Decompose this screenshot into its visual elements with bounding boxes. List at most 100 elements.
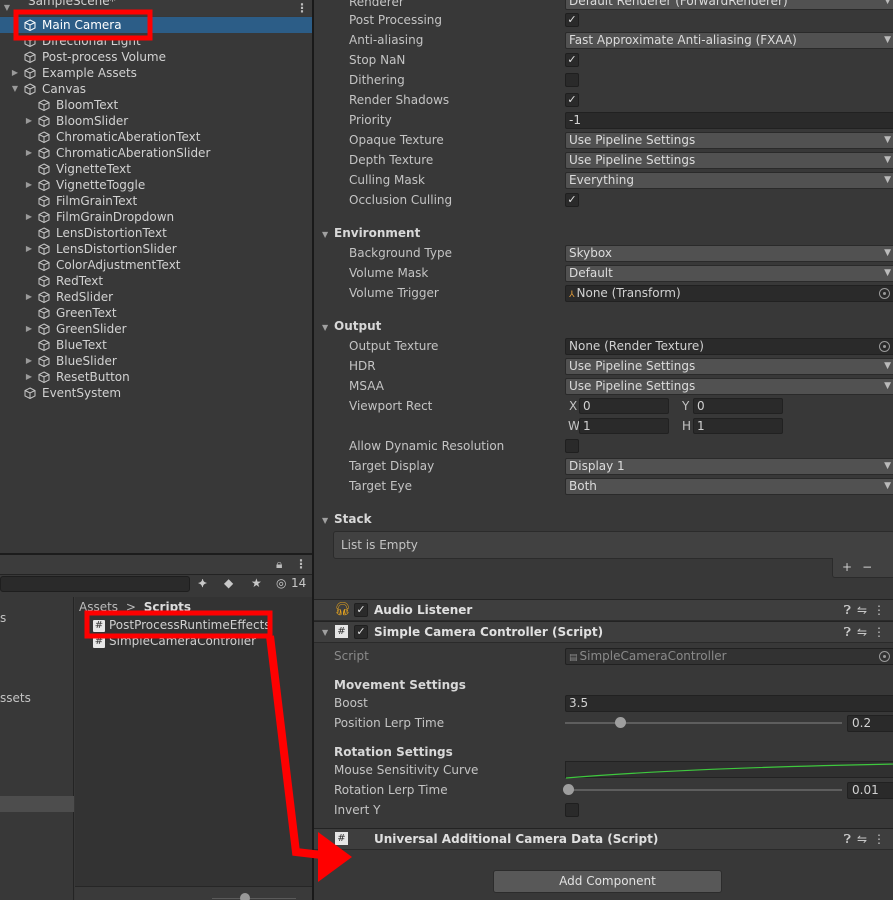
icon-size-slider[interactable] (212, 898, 296, 899)
hierarchy-item[interactable]: Directional Light (0, 33, 312, 49)
more-options-icon[interactable]: ⋮ (873, 603, 891, 617)
breadcrumb-assets[interactable]: Assets (79, 600, 118, 614)
favorite-star-icon[interactable]: ★ (251, 576, 262, 590)
hierarchy-item[interactable]: ▼ Canvas (0, 81, 312, 97)
expand-arrow-icon[interactable]: ▶ (24, 113, 34, 129)
culling-mask-dropdown[interactable]: Everything ▼ (565, 172, 893, 189)
opaque-texture-dropdown[interactable]: Use Pipeline Settings ▼ (565, 132, 893, 149)
hierarchy-item[interactable]: GreenText (0, 305, 312, 321)
priority-field[interactable]: -1 (565, 112, 893, 129)
hierarchy-item[interactable]: ▶ FilmGrainDropdown (0, 209, 312, 225)
expand-arrow-icon[interactable]: ▶ (24, 369, 34, 385)
hierarchy-item[interactable]: Post-process Volume (0, 49, 312, 65)
environment-section-header[interactable]: ▼ Environment (322, 224, 420, 244)
stop-nan-checkbox[interactable]: ✓ (565, 53, 579, 67)
hierarchy-item[interactable]: BloomText (0, 97, 312, 113)
expand-arrow-icon[interactable]: ▶ (24, 353, 34, 369)
scene-header[interactable]: ▼ SampleScene* ⋮ (0, 0, 312, 16)
depth-texture-dropdown[interactable]: Use Pipeline Settings ▼ (565, 152, 893, 169)
hierarchy-item[interactable]: ▶ BlueSlider (0, 353, 312, 369)
hierarchy-item[interactable]: ChromaticAberationText (0, 129, 312, 145)
expand-arrow-icon[interactable]: ▶ (24, 145, 34, 161)
hierarchy-item[interactable]: LensDistortionText (0, 225, 312, 241)
hierarchy-item[interactable]: ▶ BloomSlider (0, 113, 312, 129)
more-options-icon[interactable]: ⋮ (873, 832, 891, 846)
expand-arrow-icon[interactable]: ▶ (24, 241, 34, 257)
help-icon[interactable]: ❓︎ (844, 625, 857, 639)
hierarchy-item[interactable]: ▶ GreenSlider (0, 321, 312, 337)
fold-arrow-icon[interactable]: ▼ (2, 0, 12, 16)
anti-aliasing-dropdown[interactable]: Fast Approximate Anti-aliasing (FXAA) ▼ (565, 32, 893, 49)
object-picker-icon[interactable] (879, 288, 890, 299)
presets-icon[interactable]: ⇋ (857, 603, 873, 617)
rotation-lerp-slider[interactable] (565, 789, 842, 791)
simple-camera-enabled-checkbox[interactable]: ✓ (354, 625, 368, 639)
create-icon[interactable]: ⯌ (198, 576, 207, 591)
position-lerp-field[interactable]: 0.2 (847, 715, 893, 732)
icon-size-slider-thumb[interactable] (240, 893, 250, 900)
viewport-w-field[interactable]: 1 (579, 418, 669, 434)
presets-icon[interactable]: ⇋ (857, 625, 873, 639)
simple-camera-controller-header[interactable]: ▼ # ✓ Simple Camera Controller (Script) … (314, 621, 893, 643)
help-icon[interactable]: ❓︎ (844, 603, 857, 617)
more-options-icon[interactable]: ⋮ (295, 557, 307, 571)
hidden-packages-icon[interactable]: ◎ (276, 576, 286, 590)
audio-listener-header[interactable]: 🎧︎ ✓ Audio Listener ❓︎⇋⋮ (314, 599, 893, 621)
viewport-x-field[interactable]: 0 (579, 398, 669, 414)
allow-dynamic-resolution-checkbox[interactable] (565, 439, 579, 453)
audio-listener-enabled-checkbox[interactable]: ✓ (354, 603, 368, 617)
hierarchy-item[interactable]: ▶ LensDistortionSlider (0, 241, 312, 257)
viewport-y-field[interactable]: 0 (693, 398, 783, 414)
lock-icon[interactable]: 🔒︎ (276, 557, 282, 572)
hierarchy-item[interactable]: BlueText (0, 337, 312, 353)
boost-field[interactable]: 3.5 (565, 695, 893, 712)
search-input[interactable] (0, 576, 190, 592)
rotation-lerp-field[interactable]: 0.01 (847, 782, 893, 799)
folder-item[interactable]: s (0, 611, 6, 625)
hierarchy-item[interactable]: EventSystem (0, 385, 312, 401)
add-item-button[interactable]: + (842, 560, 862, 574)
dithering-checkbox[interactable] (565, 73, 579, 87)
fold-arrow-icon[interactable]: ▼ (10, 81, 20, 97)
hierarchy-item[interactable]: ▶ VignetteToggle (0, 177, 312, 193)
hdr-dropdown[interactable]: Use Pipeline Settings ▼ (565, 358, 893, 375)
target-display-dropdown[interactable]: Display 1 ▼ (565, 458, 893, 475)
background-type-dropdown[interactable]: Skybox ▼ (565, 245, 893, 262)
object-picker-icon[interactable] (879, 341, 890, 352)
more-options-icon[interactable]: ⋮ (296, 0, 308, 16)
hierarchy-item[interactable]: VignetteText (0, 161, 312, 177)
render-shadows-checkbox[interactable]: ✓ (565, 93, 579, 107)
presets-icon[interactable]: ⇋ (857, 832, 873, 846)
breadcrumb-scripts[interactable]: Scripts (144, 600, 191, 614)
msaa-dropdown[interactable]: Use Pipeline Settings ▼ (565, 378, 893, 395)
label-filter-icon[interactable]: ◆ (224, 576, 233, 590)
expand-arrow-icon[interactable]: ▶ (24, 177, 34, 193)
file-item[interactable]: # SimpleCameraController (75, 633, 256, 649)
output-section-header[interactable]: ▼ Output (322, 317, 381, 337)
target-eye-dropdown[interactable]: Both ▼ (565, 478, 893, 495)
hierarchy-item[interactable]: Main Camera (0, 17, 312, 33)
fold-arrow-icon[interactable]: ▼ (322, 628, 328, 637)
viewport-h-field[interactable]: 1 (693, 418, 783, 434)
hierarchy-item[interactable]: FilmGrainText (0, 193, 312, 209)
post-processing-checkbox[interactable]: ✓ (565, 13, 579, 27)
file-item[interactable]: # PostProcessRuntimeEffects (75, 617, 271, 633)
hierarchy-item[interactable]: RedText (0, 273, 312, 289)
position-lerp-slider-thumb[interactable] (615, 717, 627, 728)
expand-arrow-icon[interactable]: ▶ (10, 65, 20, 81)
occlusion-culling-checkbox[interactable]: ✓ (565, 193, 579, 207)
rotation-lerp-slider-thumb[interactable] (562, 784, 574, 795)
renderer-dropdown[interactable]: Default Renderer (ForwardRenderer) ▼ (565, 0, 893, 10)
folder-item[interactable]: ssets (0, 691, 31, 705)
selected-folder-strip[interactable] (0, 796, 74, 812)
hierarchy-item[interactable]: ▶ ChromaticAberationSlider (0, 145, 312, 161)
mouse-sensitivity-curve-field[interactable] (565, 761, 893, 779)
expand-arrow-icon[interactable]: ▶ (24, 321, 34, 337)
stack-section-header[interactable]: ▼ Stack (322, 510, 372, 530)
expand-arrow-icon[interactable]: ▶ (24, 289, 34, 305)
invert-y-checkbox[interactable] (565, 803, 579, 817)
hierarchy-item[interactable]: ▶ Example Assets (0, 65, 312, 81)
expand-arrow-icon[interactable]: ▶ (24, 209, 34, 225)
remove-item-button[interactable]: − (862, 560, 882, 574)
help-icon[interactable]: ❓︎ (844, 832, 857, 846)
